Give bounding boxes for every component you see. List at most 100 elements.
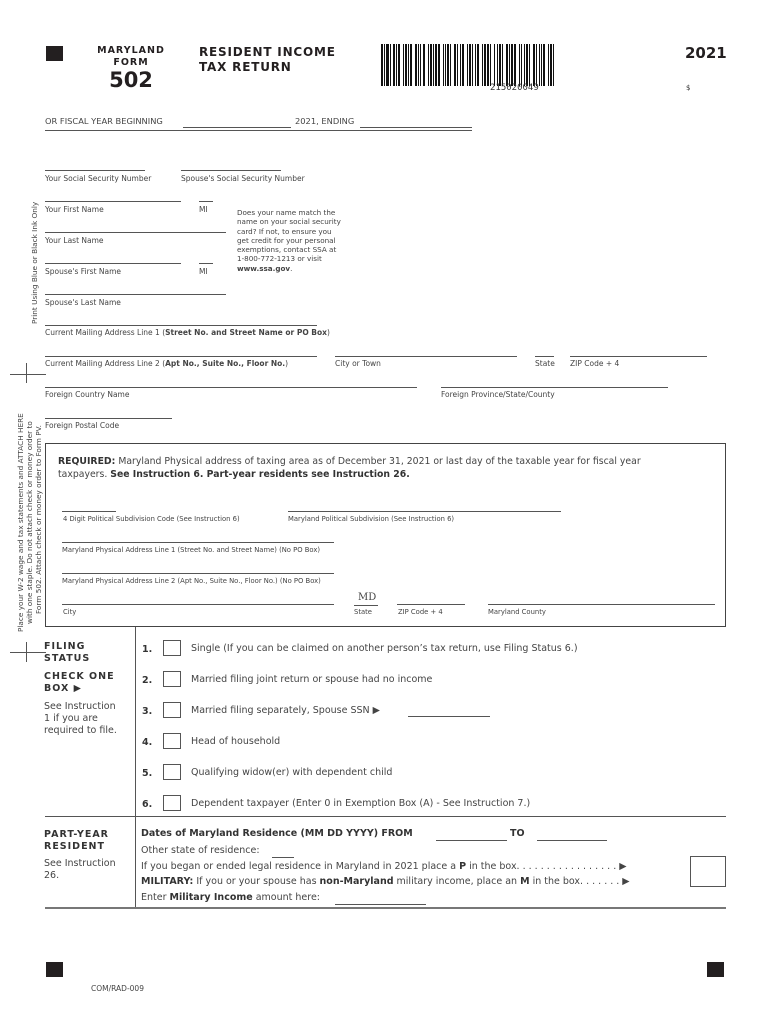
part-year-header: PART-YEAR RESIDENT See Instruction 26. bbox=[44, 829, 132, 882]
residence-from-input[interactable] bbox=[436, 827, 507, 841]
part-year-note: See Instruction bbox=[44, 858, 116, 869]
part-year-box-instruction: If you began or ended legal residence in… bbox=[141, 861, 627, 872]
staple-mark-bottom-v bbox=[26, 642, 27, 662]
filing-status-option-label: Married filing joint return or spouse ha… bbox=[191, 674, 433, 685]
physical-state-line bbox=[354, 605, 378, 606]
foreign-postal-label: Foreign Postal Code bbox=[45, 421, 120, 430]
part-year-note: 26. bbox=[44, 870, 60, 881]
form-code: COM/RAD-009 bbox=[91, 984, 144, 993]
label-part: Current Mailing Address Line 1 ( bbox=[45, 328, 166, 337]
label-part-bold: Street No. and Street Name or PO Box bbox=[165, 328, 328, 337]
other-state-input[interactable] bbox=[272, 844, 294, 858]
filing-status-checkbox-6[interactable] bbox=[163, 795, 181, 811]
ssn-input[interactable] bbox=[45, 157, 145, 171]
required-text-2: taxpayers. bbox=[58, 469, 111, 480]
part-year-military-box[interactable] bbox=[690, 856, 726, 887]
filing-status-checkbox-1[interactable] bbox=[163, 640, 181, 656]
political-subdivision-input[interactable] bbox=[288, 498, 561, 512]
military-income-input[interactable] bbox=[335, 891, 426, 905]
filing-status-checkbox-5[interactable] bbox=[163, 764, 181, 780]
city-input[interactable] bbox=[335, 343, 517, 357]
first-name-input[interactable] bbox=[45, 188, 181, 202]
political-subdivision-label: Maryland Political Subdivision (See Inst… bbox=[288, 515, 455, 523]
physical-address-line-2-label: Maryland Physical Address Line 2 (Apt No… bbox=[62, 577, 321, 585]
spouse-mi-label: MI bbox=[199, 267, 208, 276]
attach-note-line-1: Place your W-2 wage and tax statements a… bbox=[16, 413, 25, 632]
required-instruction: See Instruction 6. Part-year residents s… bbox=[110, 469, 410, 480]
mailing-address-line-2-input[interactable] bbox=[45, 343, 317, 357]
name-note-line: 1-800-772-1213 or visit bbox=[237, 254, 322, 264]
ssa-link[interactable]: www.ssa.gov bbox=[237, 264, 290, 273]
text-part: If you or your spouse has bbox=[193, 876, 320, 887]
spouse-ssn-input[interactable] bbox=[181, 157, 281, 171]
state-input[interactable] bbox=[535, 343, 554, 357]
required-text: Maryland Physical address of taxing area… bbox=[115, 456, 641, 467]
filing-status-title: STATUS bbox=[44, 653, 91, 664]
state-label: State bbox=[535, 359, 555, 368]
fiscal-year-beginning-input[interactable] bbox=[183, 114, 291, 128]
staple-mark-top-v bbox=[26, 363, 27, 383]
mailing-address-line-1-label: Current Mailing Address Line 1 (Street N… bbox=[45, 328, 330, 337]
text-part: Enter bbox=[141, 892, 170, 903]
filing-status-bottom-divider bbox=[45, 816, 726, 817]
spouse-last-name-input[interactable] bbox=[45, 281, 226, 295]
other-state-label: Other state of residence: bbox=[141, 845, 260, 856]
text-part-bold: M bbox=[520, 876, 530, 887]
header-divider bbox=[45, 130, 472, 131]
part-year-bottom-divider bbox=[45, 907, 726, 909]
spouse-mi-input[interactable] bbox=[199, 250, 213, 264]
check-one-label: CHECK ONE bbox=[44, 671, 115, 682]
dollar-sign: $ bbox=[686, 84, 691, 92]
filing-status-checkbox-4[interactable] bbox=[163, 733, 181, 749]
attach-note-line-2: with one staple. Do not attach check or … bbox=[25, 421, 34, 624]
name-note-line: get credit for your personal bbox=[237, 235, 336, 245]
spouse-first-name-input[interactable] bbox=[45, 250, 181, 264]
spouse-ssn-label: Spouse's Social Security Number bbox=[181, 174, 305, 183]
filing-status-number: 4. bbox=[142, 737, 153, 748]
physical-city-input[interactable] bbox=[62, 591, 334, 605]
foreign-country-input[interactable] bbox=[45, 374, 417, 388]
foreign-province-input[interactable] bbox=[441, 374, 668, 388]
physical-zip-input[interactable] bbox=[397, 591, 465, 605]
registration-mark-bottom-left bbox=[46, 962, 63, 977]
physical-state-value: MD bbox=[358, 592, 377, 603]
title-line-2: TAX RETURN bbox=[199, 60, 292, 74]
filing-status-number: 2. bbox=[142, 675, 153, 686]
subdivision-code-label: 4 Digit Political Subdivision Code (See … bbox=[63, 515, 240, 523]
fiscal-year-ending-input[interactable] bbox=[360, 114, 472, 128]
military-instruction: MILITARY: If you or your spouse has non-… bbox=[141, 876, 630, 887]
label-part-bold: Apt No., Suite No., Floor No. bbox=[165, 359, 286, 368]
required-label: REQUIRED: bbox=[58, 456, 116, 467]
part-year-title: RESIDENT bbox=[44, 841, 105, 852]
last-name-input[interactable] bbox=[45, 219, 226, 233]
residence-to-label: TO bbox=[510, 828, 525, 839]
maryland-county-input[interactable] bbox=[488, 591, 715, 605]
staple-mark-bottom-h bbox=[10, 652, 46, 653]
foreign-postal-input[interactable] bbox=[45, 405, 172, 419]
filing-status-number: 1. bbox=[142, 644, 153, 655]
physical-city-label: City bbox=[63, 608, 77, 616]
mailing-address-line-2-label: Current Mailing Address Line 2 (Apt No.,… bbox=[45, 359, 288, 368]
section-divider-vertical bbox=[135, 627, 136, 907]
physical-address-line-1-input[interactable] bbox=[62, 529, 334, 543]
required-note: REQUIRED: Maryland Physical address of t… bbox=[58, 455, 718, 481]
name-note-line: name on your social security bbox=[237, 217, 341, 227]
spouse-ssn-filing-input[interactable] bbox=[408, 703, 490, 717]
mi-input[interactable] bbox=[199, 188, 213, 202]
state-label: MARYLAND bbox=[97, 45, 165, 56]
physical-address-line-2-input[interactable] bbox=[62, 560, 334, 574]
zip-input[interactable] bbox=[570, 343, 707, 357]
military-income-label: Enter Military Income amount here: bbox=[141, 892, 320, 903]
maryland-county-label: Maryland County bbox=[488, 608, 546, 616]
label-part: Current Mailing Address Line 2 ( bbox=[45, 359, 166, 368]
filing-status-checkbox-3[interactable] bbox=[163, 702, 181, 718]
filing-status-note: See Instruction bbox=[44, 701, 116, 712]
mailing-address-line-1-input[interactable] bbox=[45, 312, 317, 326]
filing-status-checkbox-2[interactable] bbox=[163, 671, 181, 687]
filing-status-option-label: Qualifying widow(er) with dependent chil… bbox=[191, 767, 393, 778]
subdivision-code-input[interactable] bbox=[62, 498, 116, 512]
part-year-title: PART-YEAR bbox=[44, 829, 109, 840]
residence-to-input[interactable] bbox=[537, 827, 607, 841]
text-part: amount here: bbox=[252, 892, 321, 903]
zip-label: ZIP Code + 4 bbox=[570, 359, 620, 368]
